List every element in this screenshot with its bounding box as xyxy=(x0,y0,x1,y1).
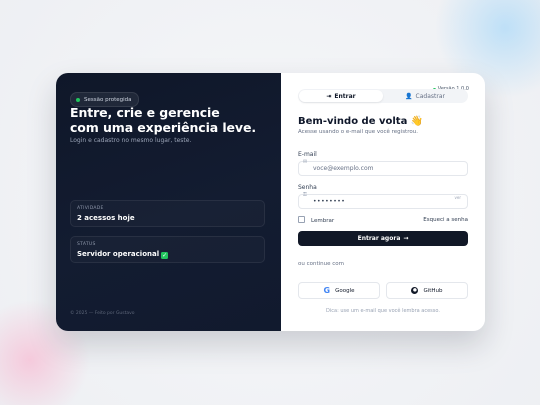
remember-checkbox[interactable]: Lembrar xyxy=(298,216,334,224)
user-icon: 👤 xyxy=(405,92,413,100)
password-label: Senha xyxy=(298,184,317,191)
login-arrow-icon: ⇥ xyxy=(326,92,332,100)
tab-label: Entrar xyxy=(334,92,356,100)
hero-headline: Entre, crie e gerencie com uma experiênc… xyxy=(70,105,270,135)
github-button[interactable]: ● GitHub xyxy=(386,282,468,299)
checkbox-icon xyxy=(298,216,305,223)
arrow-right-icon: → xyxy=(403,235,409,242)
stat-label: ATIVIDADE xyxy=(77,206,104,211)
stat-value: 2 acessos hoje xyxy=(77,214,135,222)
stat-card-activity: ATIVIDADE 2 acessos hoje xyxy=(70,200,265,227)
password-field[interactable]: ⚿ •••••••• ver xyxy=(298,192,468,209)
github-label: GitHub xyxy=(423,287,443,294)
show-password-toggle[interactable]: ver xyxy=(455,195,461,200)
stat-card-status: STATUS Servidor operacional ✓ xyxy=(70,236,265,263)
footer-credit: © 2025 — Feito por Gustavo xyxy=(70,311,135,316)
form-subtitle: Acesse usando o e-mail que você registro… xyxy=(298,129,418,135)
hero-headline-line-1: Entre, crie e gerencie xyxy=(70,105,220,120)
submit-button[interactable]: Entrar agora → xyxy=(298,231,468,246)
email-placeholder: voce@exemplo.com xyxy=(313,165,374,172)
hint-text: Dica: use um e-mail que você lembra aces… xyxy=(326,308,440,314)
divider-text: ou continue com xyxy=(298,261,345,267)
tab-entrar[interactable]: ⇥ Entrar xyxy=(299,90,383,102)
stat-value: Servidor operacional xyxy=(77,250,160,258)
email-label: E-mail xyxy=(298,151,317,158)
submit-label: Entrar agora xyxy=(357,235,401,242)
hero-panel: Sessão protegida Entre, crie e gerencie … xyxy=(56,73,281,331)
hero-headline-line-2: com uma experiência leve. xyxy=(70,120,256,135)
form-panel: Versão 1.0.0 ⇥ Entrar 👤 Cadastrar Bem-vi… xyxy=(281,73,485,331)
stat-value-row: Servidor operacional ✓ xyxy=(77,250,258,259)
password-value: •••••••• xyxy=(313,198,346,205)
stat-label: STATUS xyxy=(77,242,96,247)
github-icon: ● xyxy=(411,287,419,294)
status-dot-icon xyxy=(76,97,80,102)
hero-subtitle: Login e cadastro no mesmo lugar, teste. xyxy=(70,137,192,144)
auth-card: Sessão protegida Entre, crie e gerencie … xyxy=(56,73,485,331)
remember-label: Lembrar xyxy=(311,218,335,224)
auth-tabs: ⇥ Entrar 👤 Cadastrar xyxy=(298,89,468,103)
lock-icon: ⚿ xyxy=(303,192,307,198)
check-icon: ✓ xyxy=(161,252,169,259)
badge-label: Sessão protegida xyxy=(84,96,132,103)
tab-label: Cadastrar xyxy=(415,92,445,100)
mail-icon: ✉ xyxy=(303,159,308,165)
form-title: Bem-vindo de volta 👋 xyxy=(298,116,424,127)
google-button[interactable]: G Google xyxy=(298,282,380,299)
tab-cadastrar[interactable]: 👤 Cadastrar xyxy=(383,90,467,102)
google-icon: G xyxy=(323,286,331,295)
forgot-password-link[interactable]: Esqueci a senha xyxy=(423,217,468,223)
remember-row: Lembrar Esqueci a senha xyxy=(298,216,468,224)
email-field[interactable]: ✉ voce@exemplo.com xyxy=(298,159,468,176)
google-label: Google xyxy=(335,287,355,294)
